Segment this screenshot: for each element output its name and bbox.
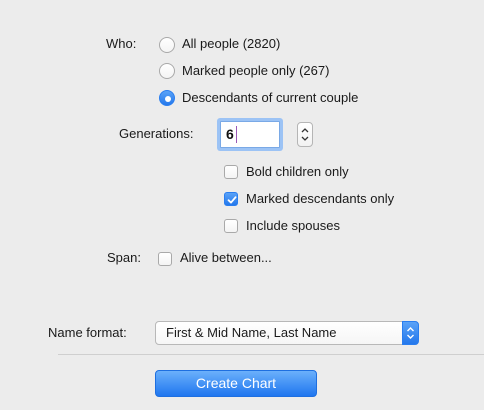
stepper-arrows-icon (301, 128, 309, 141)
name-format-label: Name format: (48, 325, 127, 340)
radio-all-people[interactable] (159, 37, 175, 53)
checkbox-bold-children-label[interactable]: Bold children only (246, 164, 349, 180)
radio-descendants-label[interactable]: Descendants of current couple (182, 90, 358, 106)
divider (58, 354, 484, 355)
generations-label: Generations: (119, 126, 194, 141)
checkbox-include-spouses[interactable] (224, 219, 238, 233)
checkbox-alive-between[interactable] (158, 252, 172, 266)
generations-input[interactable]: 6 (220, 121, 280, 148)
checkbox-alive-between-label[interactable]: Alive between... (180, 250, 272, 266)
span-label: Span: (107, 250, 141, 265)
radio-marked-people[interactable] (159, 63, 175, 79)
radio-marked-people-label[interactable]: Marked people only (267) (182, 63, 329, 79)
checkbox-marked-descendants[interactable] (224, 192, 238, 206)
create-chart-button[interactable]: Create Chart (155, 370, 317, 397)
checkmark-icon (227, 196, 237, 204)
generations-value: 6 (226, 126, 234, 142)
checkbox-include-spouses-label[interactable]: Include spouses (246, 218, 340, 234)
generations-stepper[interactable] (297, 122, 313, 147)
text-caret (236, 126, 237, 143)
checkbox-marked-descendants-label[interactable]: Marked descendants only (246, 191, 394, 207)
popup-arrows (402, 321, 419, 345)
who-label: Who: (106, 36, 137, 51)
name-format-popup[interactable]: First & Mid Name, Last Name (155, 321, 419, 345)
checkbox-bold-children[interactable] (224, 165, 238, 179)
radio-all-people-label[interactable]: All people (2820) (182, 36, 280, 52)
name-format-value: First & Mid Name, Last Name (166, 325, 337, 340)
popup-chevrons-icon (407, 327, 414, 339)
radio-descendants[interactable] (159, 90, 175, 106)
